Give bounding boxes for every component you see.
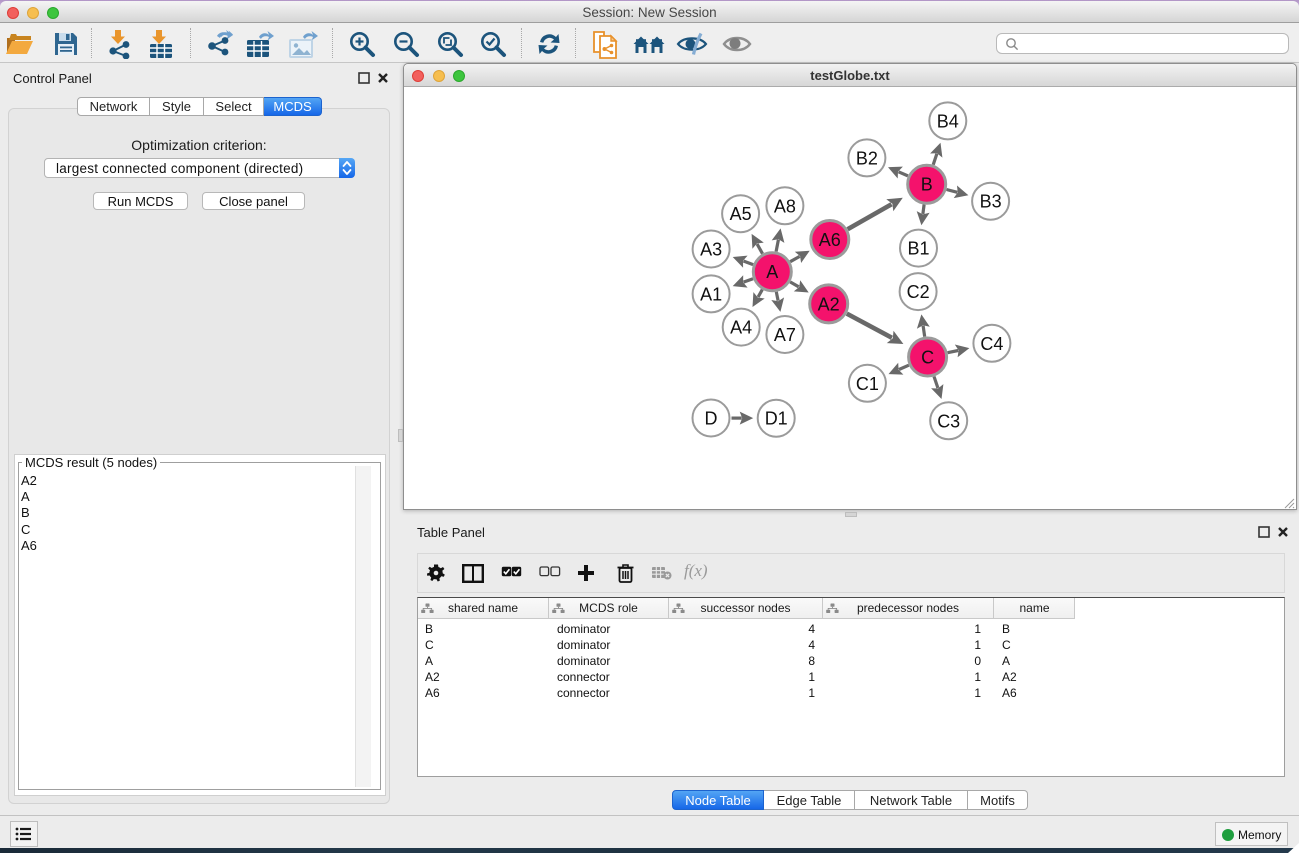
- svg-text:C3: C3: [937, 411, 960, 431]
- svg-text:B4: B4: [937, 111, 959, 131]
- svg-text:A3: A3: [700, 240, 722, 260]
- svg-text:A2: A2: [818, 294, 840, 314]
- svg-text:A5: A5: [730, 204, 752, 224]
- svg-text:B: B: [921, 175, 933, 195]
- svg-text:D1: D1: [765, 409, 788, 429]
- svg-text:A4: A4: [730, 318, 752, 338]
- svg-text:D: D: [705, 409, 718, 429]
- svg-text:B2: B2: [856, 148, 878, 168]
- svg-text:A8: A8: [774, 196, 796, 216]
- svg-text:A1: A1: [700, 284, 722, 304]
- svg-text:A6: A6: [819, 230, 841, 250]
- svg-text:C1: C1: [856, 374, 879, 394]
- svg-text:A7: A7: [774, 325, 796, 345]
- svg-text:C4: C4: [980, 334, 1003, 354]
- svg-text:B1: B1: [907, 239, 929, 259]
- svg-text:C: C: [921, 348, 934, 368]
- svg-text:B3: B3: [980, 192, 1002, 212]
- svg-text:C2: C2: [907, 282, 930, 302]
- svg-text:A: A: [766, 262, 778, 282]
